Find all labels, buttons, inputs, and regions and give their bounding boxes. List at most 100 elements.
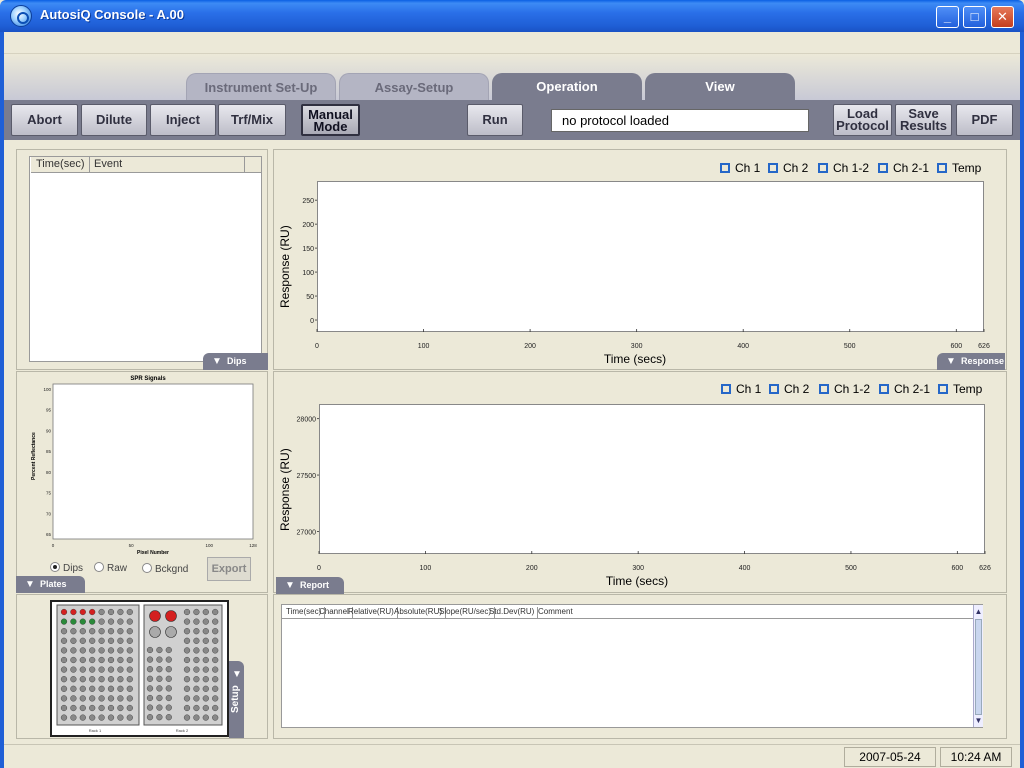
report-table-scrollbar[interactable]: ▲ ▼: [973, 605, 983, 727]
plate-well[interactable]: [70, 685, 77, 692]
plate-well[interactable]: [98, 676, 105, 683]
plate-well[interactable]: [107, 676, 115, 683]
load-protocol-button[interactable]: Load Protocol: [833, 104, 892, 136]
plate-well[interactable]: [202, 676, 209, 683]
plate-well[interactable]: [156, 675, 163, 682]
plate-well[interactable]: [107, 608, 115, 616]
plate-well[interactable]: [98, 628, 105, 635]
plate-well[interactable]: [202, 656, 209, 664]
plate-well[interactable]: [202, 628, 209, 635]
legend-checkbox-ch1-2[interactable]: Ch 1-2: [818, 161, 869, 175]
plate-well[interactable]: [212, 695, 219, 702]
plate-well[interactable]: [183, 608, 191, 616]
plate-well[interactable]: [126, 676, 133, 683]
plate-well[interactable]: [89, 637, 96, 644]
plate-well[interactable]: [60, 647, 68, 654]
tab-assay-setup[interactable]: Assay-Setup: [339, 73, 489, 100]
tab-instrument-setup[interactable]: Instrument Set-Up: [186, 73, 336, 100]
plate-well[interactable]: [79, 637, 86, 644]
plate-well[interactable]: [60, 608, 68, 616]
plate-well[interactable]: [117, 647, 124, 654]
plate-well[interactable]: [126, 695, 133, 702]
plate-well[interactable]: [117, 666, 124, 673]
plate-well[interactable]: [193, 608, 200, 616]
plate-well[interactable]: [193, 618, 200, 625]
plate-well[interactable]: [212, 656, 219, 664]
plate-well[interactable]: [193, 666, 200, 673]
plate-well[interactable]: [117, 656, 124, 664]
plate-well[interactable]: [60, 628, 68, 635]
plate-well[interactable]: [117, 685, 124, 692]
report-table-flag[interactable]: Report Tbl: [276, 577, 344, 607]
plate-well[interactable]: [89, 685, 96, 692]
plate-well[interactable]: [202, 704, 209, 712]
plate-well[interactable]: [107, 704, 115, 712]
plate-well[interactable]: [79, 704, 86, 712]
plate-well[interactable]: [212, 676, 219, 683]
plate-well[interactable]: [79, 628, 86, 635]
plate-well[interactable]: [183, 685, 191, 692]
plate-well[interactable]: [156, 704, 163, 711]
plate-well[interactable]: [126, 704, 133, 712]
plate-well[interactable]: [202, 695, 209, 702]
checkbox-icon[interactable]: [819, 384, 829, 394]
plate-well[interactable]: [107, 656, 115, 664]
plate-well[interactable]: [126, 714, 133, 721]
plate-well[interactable]: [89, 608, 96, 616]
large-vial[interactable]: [165, 626, 177, 638]
plate-well[interactable]: [193, 685, 200, 692]
report-col-6[interactable]: Comment: [538, 607, 576, 619]
plate-well[interactable]: [79, 666, 86, 673]
rack-1[interactable]: [56, 604, 140, 726]
event-log-table[interactable]: [29, 156, 262, 362]
plate-well[interactable]: [117, 618, 124, 625]
checkbox-icon[interactable]: [879, 384, 889, 394]
save-results-button[interactable]: Save Results: [895, 104, 952, 136]
legend-checkbox-ch2[interactable]: Ch 2: [769, 382, 809, 396]
plate-well[interactable]: [156, 666, 163, 673]
response-flag[interactable]: Response: [937, 353, 1005, 370]
dips-flag[interactable]: Dips: [203, 353, 268, 370]
checkbox-icon[interactable]: [768, 163, 778, 173]
run-button[interactable]: Run: [467, 104, 523, 136]
plate-well[interactable]: [89, 666, 96, 673]
plate-well[interactable]: [70, 608, 77, 616]
plate-well[interactable]: [193, 647, 200, 654]
legend-checkbox-ch2[interactable]: Ch 2: [768, 161, 808, 175]
radio-bckgnd[interactable]: Bckgnd: [142, 563, 188, 575]
pdf-button[interactable]: PDF: [956, 104, 1013, 136]
plate-well[interactable]: [70, 618, 77, 625]
plate-well[interactable]: [117, 695, 124, 702]
plate-well[interactable]: [156, 646, 163, 654]
plate-well[interactable]: [183, 618, 191, 625]
report-col-5[interactable]: Std.Dev(RU): [489, 607, 539, 619]
plate-well[interactable]: [89, 676, 96, 683]
plate-well[interactable]: [165, 666, 172, 673]
setup-flag[interactable]: ▼ Setup: [229, 661, 244, 738]
plate-well[interactable]: [126, 608, 133, 616]
plate-well[interactable]: [212, 714, 219, 721]
plate-well[interactable]: [89, 704, 96, 712]
plate-well[interactable]: [146, 714, 154, 721]
legend-checkbox-ch1[interactable]: Ch 1: [721, 382, 761, 396]
plate-well[interactable]: [183, 628, 191, 635]
plate-well[interactable]: [98, 714, 105, 721]
plate-well[interactable]: [70, 714, 77, 721]
plate-well[interactable]: [183, 637, 191, 644]
tab-view[interactable]: View: [645, 73, 795, 100]
plate-well[interactable]: [212, 704, 219, 712]
plate-well[interactable]: [212, 628, 219, 635]
plate-well[interactable]: [79, 685, 86, 692]
plate-well[interactable]: [146, 646, 154, 654]
plate-well[interactable]: [60, 666, 68, 673]
plate-well[interactable]: [126, 666, 133, 673]
plate-well[interactable]: [117, 676, 124, 683]
scroll-up-icon[interactable]: ▲: [974, 607, 983, 616]
plate-well[interactable]: [156, 694, 163, 702]
checkbox-icon[interactable]: [937, 163, 947, 173]
plate-well[interactable]: [193, 656, 200, 664]
rack-2[interactable]: [143, 604, 223, 726]
plate-well[interactable]: [212, 637, 219, 644]
inject-button[interactable]: Inject: [150, 104, 216, 136]
plate-well[interactable]: [60, 637, 68, 644]
